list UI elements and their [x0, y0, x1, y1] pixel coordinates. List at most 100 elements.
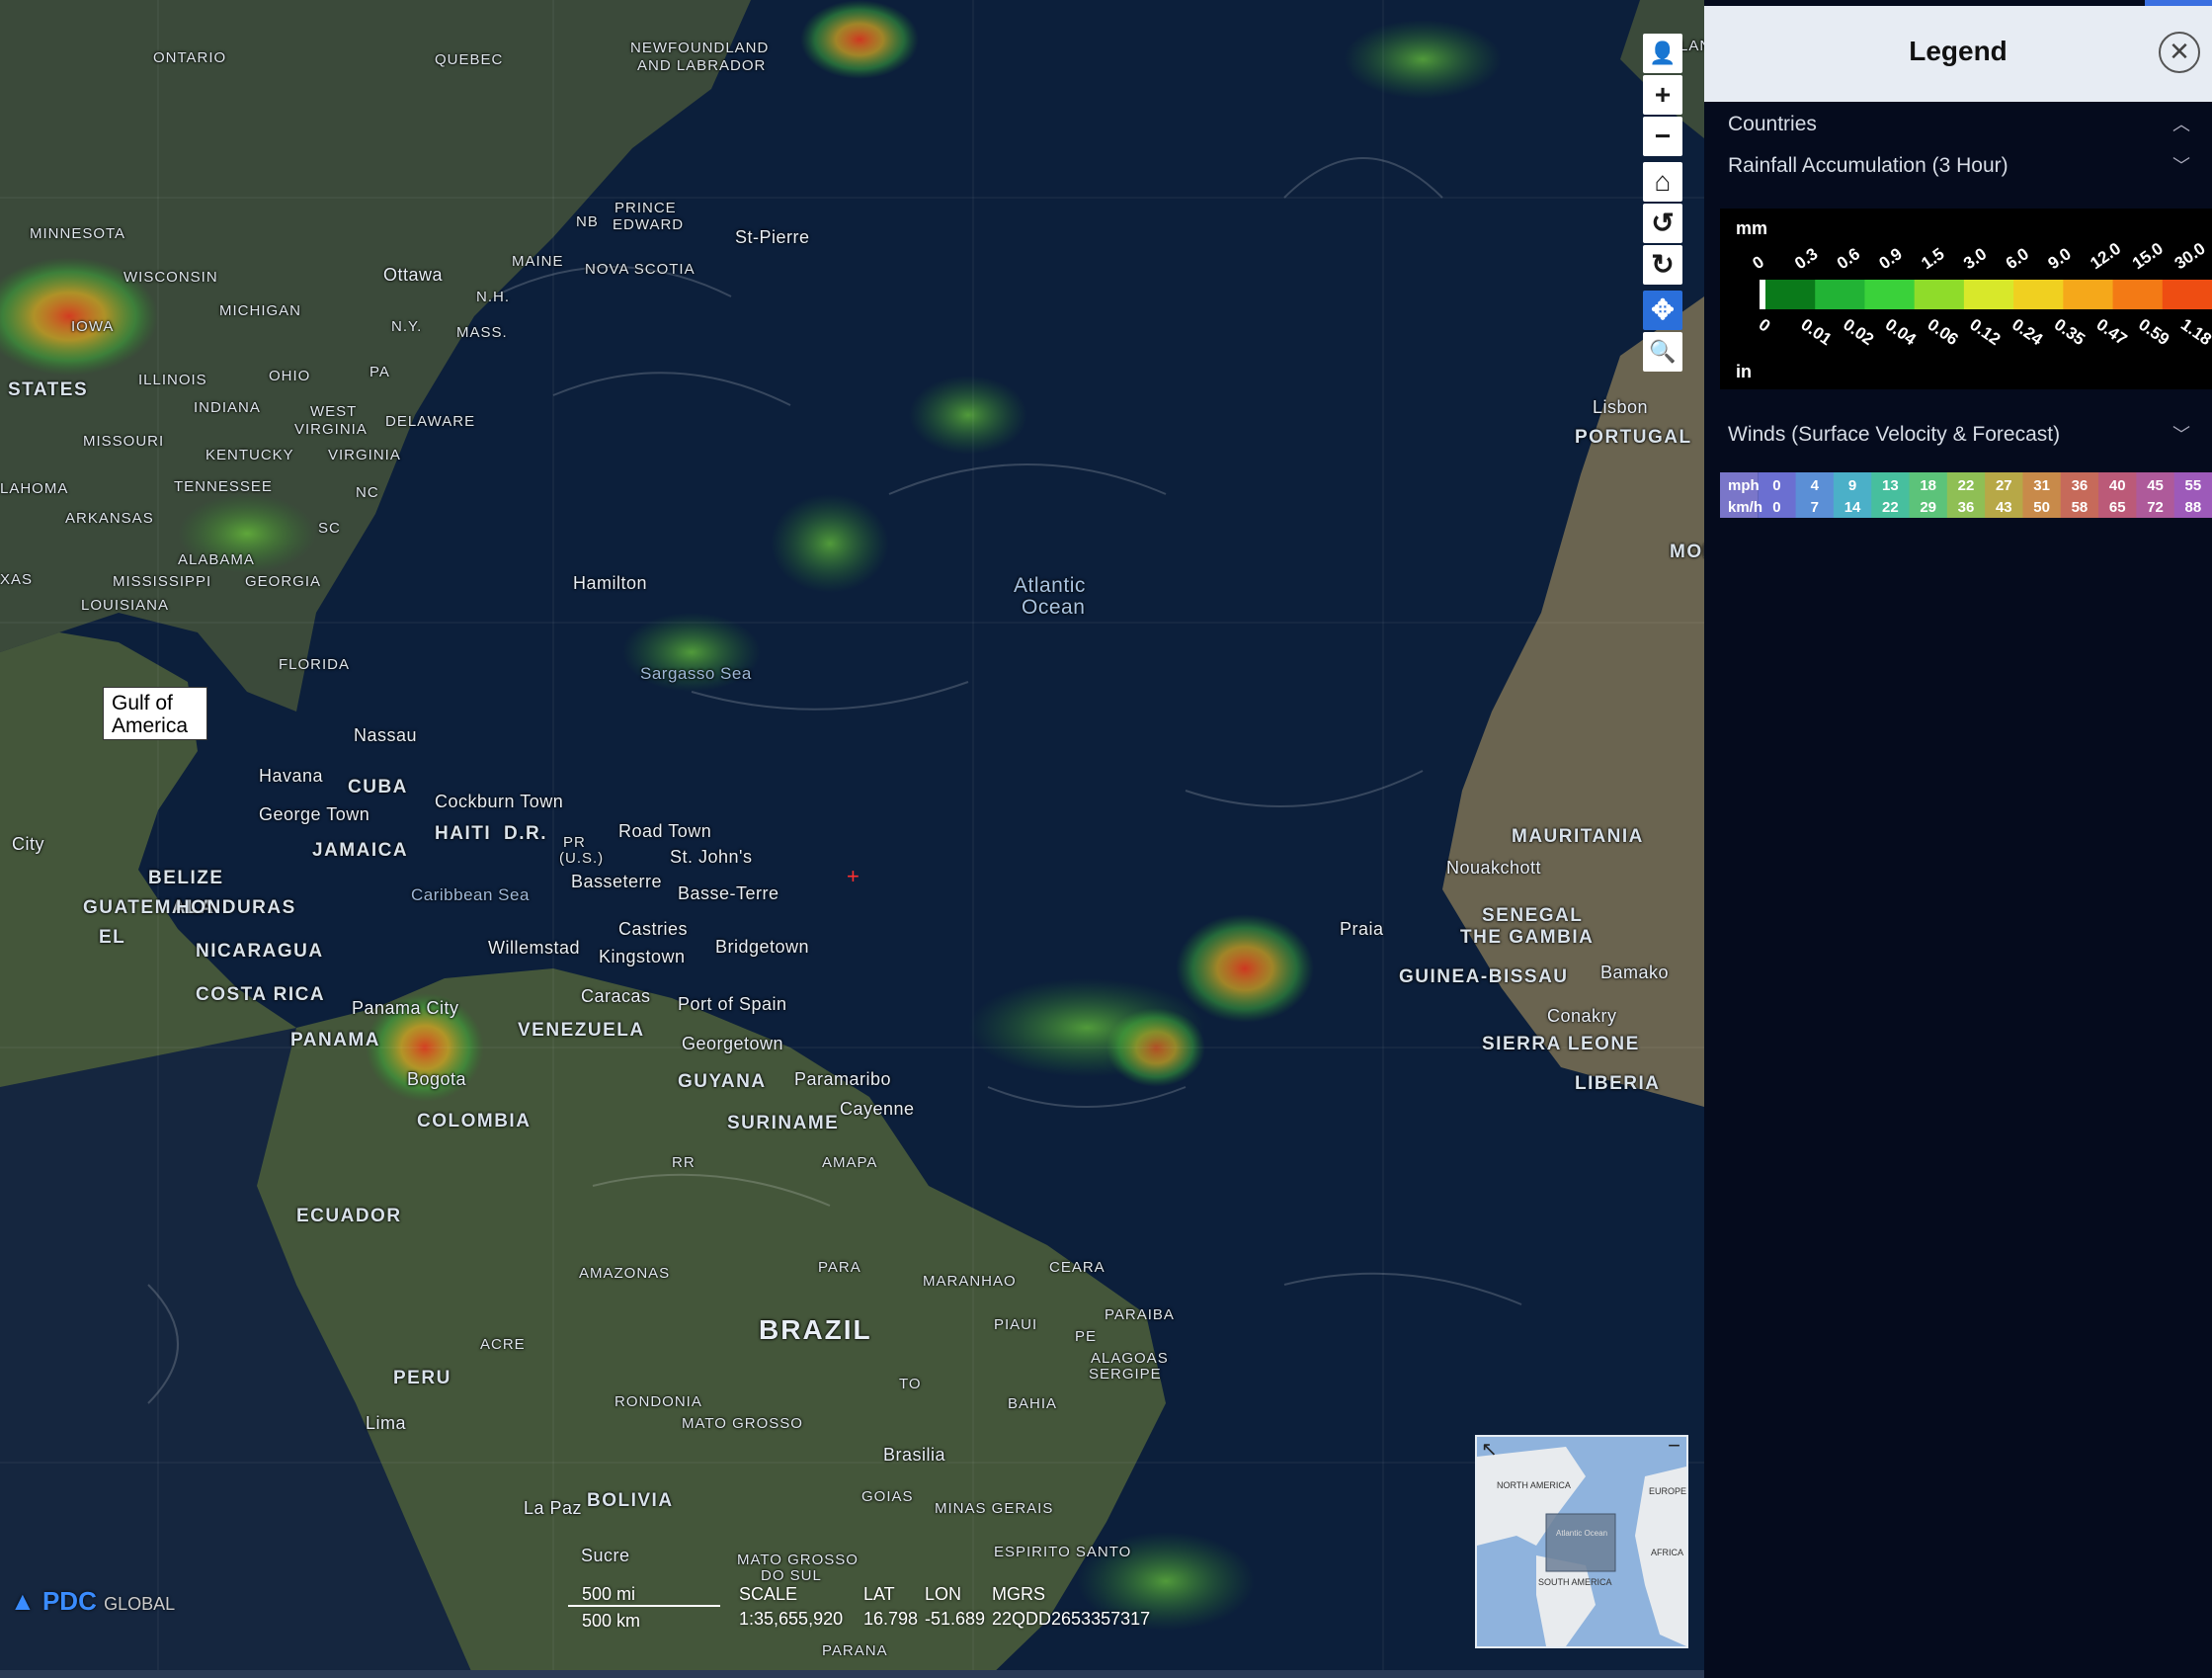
wind-value-label: 45: [2147, 477, 2164, 494]
map-label: Georgetown: [682, 1034, 784, 1053]
map-label: N.Y.: [391, 318, 423, 335]
map-label: Paramaribo: [794, 1069, 892, 1089]
lon-label: LON: [925, 1584, 962, 1604]
map-label: Bridgetown: [715, 937, 810, 957]
map-label: Nouakchott: [1446, 858, 1542, 878]
map-label: La Paz: [524, 1498, 583, 1518]
map-label: MISSOURI: [83, 433, 165, 450]
home-icon[interactable]: ⌂: [1643, 162, 1682, 202]
map-label: Caribbean Sea: [411, 885, 530, 904]
map-basemap: +: [0, 0, 1704, 1678]
map-label: City: [12, 834, 44, 854]
map-label: LOUISIANA: [81, 597, 170, 614]
scale-km: 500 km: [582, 1611, 641, 1631]
rain-tick-label: 0.59: [2135, 315, 2172, 350]
map-label: GOIAS: [861, 1488, 914, 1505]
lon-readout: LON -51.689: [925, 1584, 985, 1630]
map-label: Sucre: [581, 1546, 630, 1565]
wind-unit-label: km/h: [1728, 499, 1762, 516]
chevron-down-icon[interactable]: ﹀: [2172, 414, 2190, 456]
rain-tick-label: 0.3: [1791, 244, 1821, 273]
pan-icon[interactable]: ✥: [1643, 291, 1682, 330]
legend-panel: Legend ✕ Countries ︿ Rainfall Accumulati…: [1704, 6, 2212, 1678]
map-label: PERU: [393, 1368, 451, 1388]
pdc-logo-icon: ▲: [10, 1586, 36, 1616]
map-label: MATO GROSSO: [737, 1552, 859, 1568]
map-toolbar: 👤 + − ⌂ ↺ ↻ ✥ 🔍: [1643, 34, 1686, 374]
rainfall-scale-graphic: mm in 0 0.3 0.6 0.9 1.5 3.0 6.0 9.0 12.0 15.0 30.0…: [1736, 218, 2212, 381]
mgrs-label: MGRS: [992, 1584, 1045, 1604]
pdc-logo-name: PDC: [41, 1586, 97, 1616]
map-label: MAINE: [512, 253, 564, 270]
rain-tick-label: 1.5: [1918, 244, 1947, 273]
legend-section-winds[interactable]: Winds (Surface Velocity & Forecast) ﹀: [1704, 414, 2212, 456]
map-label: D.R.: [504, 823, 547, 844]
wind-value-label: 88: [2185, 499, 2202, 516]
map-label: Ottawa: [383, 265, 444, 285]
zoom-box-icon[interactable]: 🔍: [1643, 332, 1682, 372]
rain-tick-label: 9.0: [2044, 244, 2074, 273]
chevron-down-icon[interactable]: ﹀: [2172, 145, 2190, 187]
zoom-out-icon[interactable]: −: [1643, 117, 1682, 156]
map-viewport[interactable]: + ONTARIO QUEBEC NEWFOUNDLAND AND LABRADOR M…: [0, 0, 1704, 1678]
map-label: COLOMBIA: [417, 1111, 532, 1132]
map-label: Havana: [259, 766, 324, 786]
legend-section-countries[interactable]: Countries ︿: [1704, 104, 2212, 145]
wind-value-label: 65: [2109, 499, 2126, 516]
wind-unit-label: mph: [1728, 477, 1760, 494]
map-label: Atlantic: [1014, 574, 1086, 597]
map-label: INDIANA: [194, 399, 261, 416]
minimap-graphic: NORTH AMERICA SOUTH AMERICA AFRICA EUROP…: [1477, 1437, 1686, 1646]
map-label: BELIZE: [148, 868, 224, 888]
lat-value: 16.798: [863, 1609, 919, 1629]
close-icon[interactable]: ✕: [2159, 32, 2200, 73]
map-label: MINAS GERAIS: [935, 1500, 1054, 1517]
map-label: WEST: [310, 403, 358, 420]
gulf-label[interactable]: Gulf of America: [103, 687, 207, 740]
rain-color-swatch: [2013, 280, 2065, 309]
wind-scale: mph 0 4 9 13 18 22 27 31 36 40 45 55 km/h 0 7 14 22 29 36 43…: [1720, 472, 2212, 518]
map-label: ALABAMA: [178, 551, 255, 568]
overview-minimap[interactable]: NORTH AMERICA SOUTH AMERICA AFRICA EUROP…: [1475, 1435, 1688, 1648]
legend-section-rainfall[interactable]: Rainfall Accumulation (3 Hour) ﹀: [1704, 145, 2212, 187]
map-label: BAHIA: [1008, 1395, 1058, 1412]
zoom-in-icon[interactable]: +: [1643, 75, 1682, 115]
map-label: (U.S.): [559, 850, 605, 867]
rain-color-swatch: [1765, 280, 1817, 309]
wind-value-label: 13: [1882, 477, 1899, 494]
map-label: Bogota: [407, 1069, 467, 1089]
map-label: NEWFOUNDLAND: [630, 40, 770, 56]
map-label: TO: [899, 1376, 922, 1392]
minimap-north-america: NORTH AMERICA: [1497, 1480, 1571, 1490]
map-label: NICARAGUA: [196, 941, 324, 962]
minimap-ocean: Atlantic Ocean: [1556, 1529, 1607, 1538]
map-label: IOWA: [71, 318, 115, 335]
map-label: PRINCE: [614, 200, 677, 216]
map-label: MATO GROSSO: [682, 1415, 803, 1432]
minimap-europe: EUROPE: [1649, 1486, 1686, 1496]
map-label: TENNESSEE: [174, 478, 273, 495]
map-label: SIERRA LEONE: [1482, 1034, 1640, 1054]
person-icon[interactable]: 👤: [1643, 34, 1682, 73]
map-label: Hamilton: [573, 573, 648, 593]
rotate-right-icon[interactable]: ↻: [1643, 245, 1682, 285]
chevron-up-icon[interactable]: ︿: [2172, 104, 2190, 145]
rain-tick-label: 1.18: [2177, 315, 2212, 350]
minimap-collapse-icon[interactable]: −: [1668, 1437, 1680, 1459]
wind-value-label: 0: [1772, 477, 1780, 494]
map-label: VENEZUELA: [518, 1020, 645, 1041]
map-label: FLORIDA: [279, 656, 351, 673]
map-label: THE GAMBIA: [1460, 927, 1595, 948]
map-label: LAHOMA: [0, 480, 69, 497]
rain-unit-in: in: [1736, 362, 1752, 381]
wind-value-label: 18: [1920, 477, 1936, 494]
map-label: Nassau: [354, 725, 418, 745]
rotate-left-icon[interactable]: ↺: [1643, 204, 1682, 243]
map-label: PARANA: [822, 1642, 888, 1659]
lon-value: -51.689: [925, 1609, 986, 1629]
map-label: Road Town: [618, 821, 712, 841]
minimap-expand-icon[interactable]: ↖: [1481, 1437, 1498, 1462]
rain-color-swatch: [1914, 280, 1965, 309]
map-label: Bamako: [1600, 963, 1670, 982]
map-label: Ocean: [1022, 596, 1086, 619]
